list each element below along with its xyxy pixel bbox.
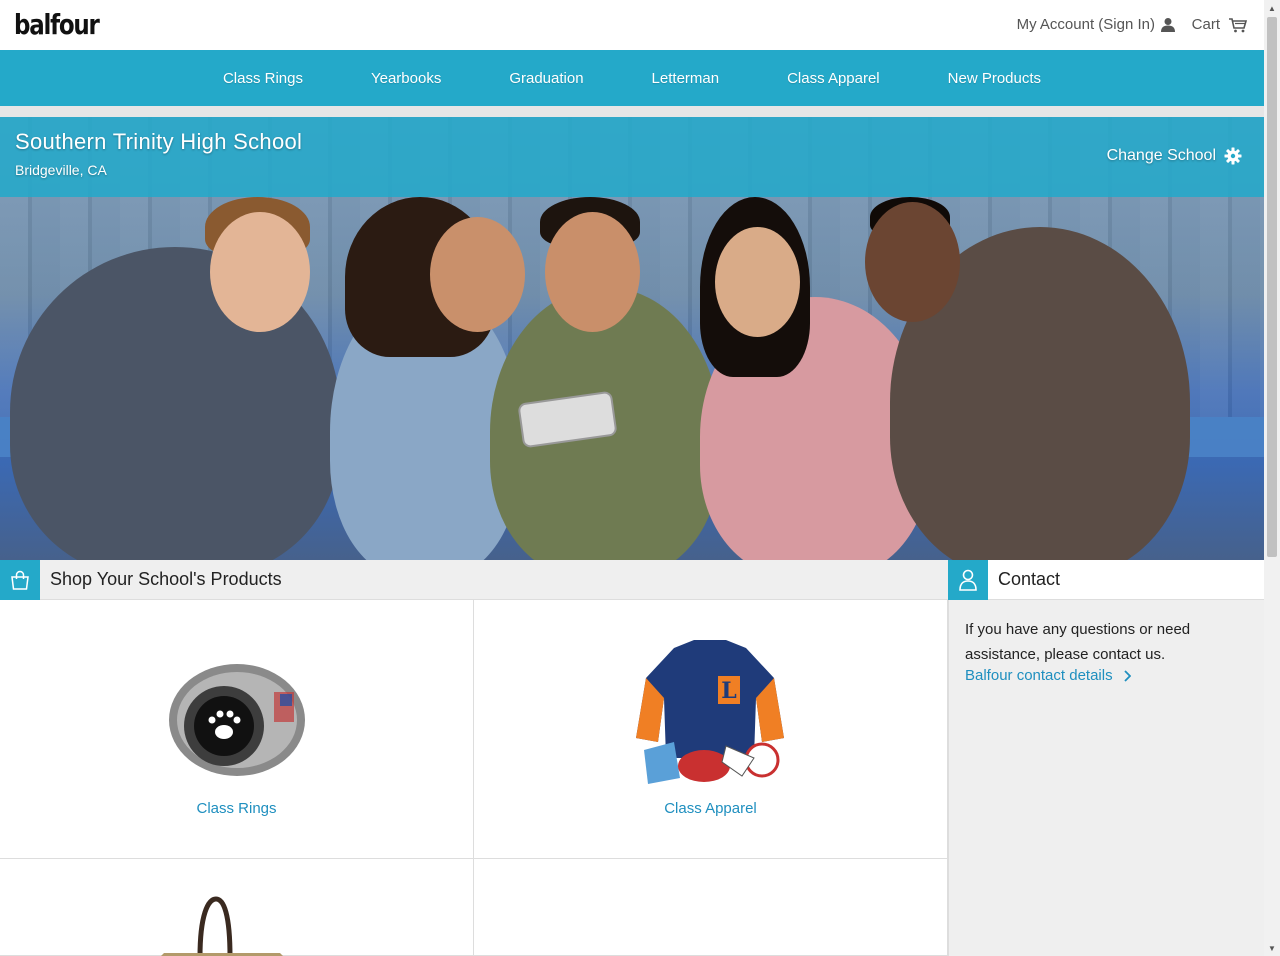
cart-label: Cart [1191, 16, 1220, 33]
products-title: Shop Your School's Products [50, 569, 282, 589]
nav-yearbooks[interactable]: Yearbooks [337, 70, 475, 87]
gear-icon [1224, 147, 1242, 165]
cart-link[interactable]: Cart [1192, 16, 1248, 33]
nav-class-rings[interactable]: Class Rings [189, 70, 337, 87]
nav-letterman[interactable]: Letterman [618, 70, 754, 87]
product-tile-4[interactable] [474, 859, 948, 956]
contact-panel: If you have any questions or need assist… [948, 600, 1264, 956]
nav-graduation[interactable]: Graduation [475, 70, 617, 87]
class-ring-image [169, 664, 305, 776]
school-location: Bridgeville, CA [15, 162, 107, 178]
person-icon [948, 560, 988, 600]
contact-text: If you have any questions or need assist… [965, 621, 1191, 663]
nav-divider [0, 106, 1264, 117]
contact-link-label: Balfour contact details [965, 667, 1113, 684]
cart-icon [1229, 17, 1248, 32]
shopping-bag-icon [0, 560, 40, 600]
main-nav: Class Rings Yearbooks Graduation Letterm… [0, 50, 1264, 106]
nav-class-apparel[interactable]: Class Apparel [753, 70, 914, 87]
page-scrollbar[interactable]: ▲ ▼ [1264, 0, 1280, 956]
scroll-up-icon[interactable]: ▲ [1264, 0, 1280, 16]
school-banner: Southern Trinity High School Bridgeville… [0, 117, 1264, 197]
product-label-class-apparel: Class Apparel [664, 800, 757, 817]
product-tile-class-rings[interactable]: Class Rings [0, 600, 474, 859]
change-school-label: Change School [1106, 147, 1216, 164]
my-account-label: My Account (Sign In) [1016, 16, 1155, 33]
nav-new-products[interactable]: New Products [914, 70, 1075, 87]
my-account-link[interactable]: My Account (Sign In) [1017, 16, 1176, 33]
change-school-button[interactable]: Change School [1107, 147, 1242, 165]
contact-details-link[interactable]: Balfour contact details [965, 667, 1131, 684]
scroll-down-icon[interactable]: ▼ [1264, 940, 1280, 956]
product-tile-class-apparel[interactable]: L Class Apparel [474, 600, 948, 859]
tote-bag-image [161, 896, 283, 956]
contact-section-header: Contact [948, 560, 1264, 600]
letterman-jacket-image: L [636, 640, 784, 784]
scroll-thumb[interactable] [1267, 17, 1277, 557]
contact-title: Contact [998, 569, 1061, 589]
user-icon [1161, 17, 1175, 32]
chevron-right-icon [1123, 669, 1131, 682]
hero-banner: Southern Trinity High School Bridgeville… [0, 117, 1264, 560]
school-name: Southern Trinity High School [15, 129, 303, 154]
svg-text:L: L [721, 678, 736, 704]
product-grid: Class Rings L Class Apparel [0, 600, 948, 956]
top-header: balfour My Account (Sign In) Cart [0, 0, 1264, 50]
product-label-class-rings: Class Rings [196, 800, 277, 817]
products-section-header: Shop Your School's Products [0, 560, 948, 600]
balfour-logo[interactable]: balfour [14, 8, 100, 41]
product-tile-3[interactable] [0, 859, 474, 956]
